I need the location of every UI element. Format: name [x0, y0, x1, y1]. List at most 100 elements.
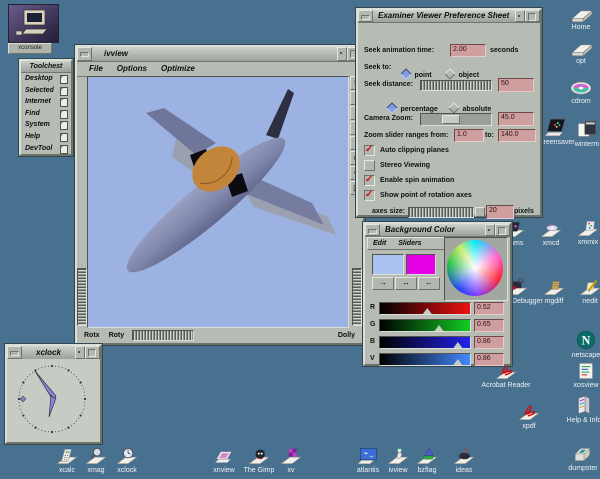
window-menu-button[interactable]: [365, 224, 380, 236]
rotx-thumbwheel[interactable]: [77, 268, 87, 326]
to-label: to:: [485, 132, 494, 139]
color-slider-v[interactable]: [379, 353, 471, 366]
window-minimize-button[interactable]: [485, 224, 495, 236]
jet-airplane-model: [88, 77, 347, 326]
zoom-from-field[interactable]: 1.0: [454, 129, 484, 142]
xclock-titlebar[interactable]: xclock: [7, 346, 100, 360]
window-maximize-button[interactable]: [525, 10, 540, 22]
checkbox-stereo-viewing[interactable]: [364, 160, 375, 171]
window-minimize-button[interactable]: [337, 47, 347, 61]
axes-size-reset-button[interactable]: [475, 207, 485, 217]
window-menu-button[interactable]: [358, 10, 373, 22]
seek-distance-thumbwheel[interactable]: [420, 80, 492, 91]
menu-options[interactable]: Options: [117, 62, 147, 76]
axes-size-field[interactable]: 20: [486, 205, 514, 219]
color-value-field-g[interactable]: 0.65: [474, 319, 504, 332]
seek-distance-label: Seek distance:: [364, 81, 413, 88]
ivview-window: ivview File Options Optimize: [75, 45, 365, 345]
pixels-label: pixels: [514, 208, 534, 215]
slider-thumb[interactable]: [423, 308, 432, 314]
desktop-icon-ideas[interactable]: ideas: [434, 445, 494, 474]
checkbox-enable-spin-animation[interactable]: [364, 175, 375, 186]
zoom-range-label: Zoom slider ranges from:: [364, 132, 448, 139]
toolchest-item-selected[interactable]: Selected: [21, 85, 71, 97]
toolchest-title[interactable]: Toolchest: [21, 61, 71, 73]
window-minimize-button[interactable]: [75, 346, 85, 359]
slider-label-r: R: [370, 304, 375, 311]
toolchest-item-help[interactable]: Help: [21, 131, 71, 143]
xconsole-icon-image[interactable]: [8, 4, 59, 43]
submenu-icon: [60, 133, 68, 142]
slider-thumb[interactable]: [442, 115, 460, 124]
color-value-field-b[interactable]: 0.86: [474, 336, 504, 349]
menu-optimize[interactable]: Optimize: [161, 62, 195, 76]
stored-color-swatch[interactable]: [406, 254, 436, 275]
desktop-icon-xv[interactable]: xv: [261, 445, 321, 474]
color-value-field-r[interactable]: 0.52: [474, 302, 504, 315]
checkbox-show-point-of-rotation-axes[interactable]: [364, 190, 375, 201]
swap-button[interactable]: ↔: [395, 277, 417, 290]
toolchest-item-system[interactable]: System: [21, 119, 71, 131]
toolchest-item-devtool[interactable]: DevTool: [21, 143, 71, 155]
desktop-icon-label: Home: [551, 24, 600, 31]
ivview-3d-viewport[interactable]: [87, 76, 349, 328]
desktop-icon-xmmix[interactable]: xmmix: [558, 217, 600, 246]
window-maximize-button[interactable]: [495, 224, 510, 236]
camera-zoom-field[interactable]: 45.0: [498, 112, 534, 126]
desktop-icon-label: Acrobat Reader: [476, 382, 536, 389]
checkbox-auto-clipping-planes[interactable]: [364, 145, 375, 156]
color-wheel[interactable]: [447, 240, 503, 296]
desktop-icon-dumpster[interactable]: dumpster: [553, 443, 600, 472]
bgcolor-titlebar[interactable]: Background Color: [365, 224, 510, 237]
dolly-thumbwheel[interactable]: [352, 268, 362, 326]
desktop-icon-xclock[interactable]: xclock: [97, 445, 157, 474]
xconsole-minimized-window[interactable]: xconsole: [8, 4, 59, 54]
submenu-icon: [60, 75, 68, 84]
desktop-icon-xosview[interactable]: xosview: [556, 360, 600, 389]
camera-zoom-slider[interactable]: [420, 113, 492, 126]
desktop-icon-home[interactable]: Home: [551, 2, 600, 31]
color-slider-r[interactable]: [379, 302, 471, 315]
slider-label-b: B: [370, 338, 375, 345]
menu-file[interactable]: File: [89, 62, 103, 76]
background-color-window: Background Color Edit Sliders → ↔ ← R 0.5…: [363, 222, 512, 366]
desktop-icon-winterm[interactable]: winterm: [557, 119, 600, 148]
menu-sliders[interactable]: Sliders: [398, 238, 421, 249]
seek-time-field[interactable]: 2.00: [450, 44, 486, 57]
desktop-icon-opt[interactable]: opt: [551, 36, 600, 65]
window-maximize-button[interactable]: [85, 346, 100, 359]
toolchest-item-desktop[interactable]: Desktop: [21, 73, 71, 85]
axes-size-thumbwheel[interactable]: [408, 207, 474, 218]
editor-pencil-icon: [577, 276, 600, 298]
minute-hand: [35, 371, 56, 399]
window-minimize-button[interactable]: [515, 10, 525, 22]
toolchest-item-find[interactable]: Find: [21, 108, 71, 120]
checker-icon: [278, 445, 304, 467]
color-slider-g[interactable]: [379, 319, 471, 332]
roty-thumbwheel[interactable]: [132, 330, 194, 341]
current-color-swatch[interactable]: [372, 254, 404, 275]
desktop-icon-netscape[interactable]: Nnetscape: [556, 330, 600, 359]
toolchest-item-internet[interactable]: Internet: [21, 96, 71, 108]
desktop-icon-nedit[interactable]: nedit: [560, 276, 600, 305]
color-slider-b[interactable]: [379, 336, 471, 349]
ivview-titlebar[interactable]: ivview: [77, 47, 363, 62]
lamp-icon: [451, 445, 477, 467]
desktop-icon-xpdf[interactable]: xpdf: [499, 401, 559, 430]
desktop-icon-label: dumpster: [553, 465, 600, 472]
slider-thumb[interactable]: [434, 325, 443, 331]
slider-thumb[interactable]: [453, 342, 462, 348]
desktop-icon-cdrom[interactable]: cdrom: [551, 76, 600, 105]
window-menu-button[interactable]: [77, 47, 92, 61]
percentage-label: percentage: [400, 106, 437, 113]
clock-icon: [114, 445, 140, 467]
seek-distance-field[interactable]: 50: [498, 78, 534, 92]
slider-thumb[interactable]: [453, 359, 462, 365]
window-menu-button[interactable]: [7, 346, 22, 359]
color-value-field-v[interactable]: 0.86: [474, 353, 504, 366]
desktop-icon-help-info[interactable]: Help & Info: [554, 395, 600, 424]
menu-edit[interactable]: Edit: [373, 238, 386, 249]
copy-left-button[interactable]: ←: [418, 277, 440, 290]
zoom-to-field[interactable]: 140.0: [498, 129, 536, 142]
copy-right-button[interactable]: →: [372, 277, 394, 290]
